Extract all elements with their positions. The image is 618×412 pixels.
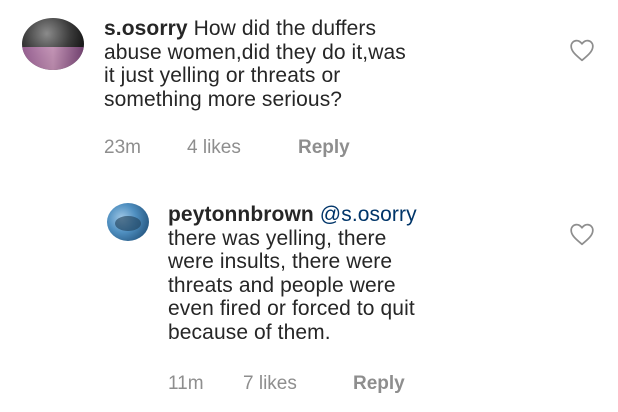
avatar[interactable] — [107, 203, 149, 241]
comment-text: s.osorry How did the duffers abuse women… — [104, 17, 544, 111]
comment-body-line: there was yelling, there — [168, 226, 387, 250]
comment-username[interactable]: peytonnbrown — [168, 203, 314, 226]
comment-body-line: it just yelling or threats or — [104, 64, 341, 87]
comment-body-line: something more serious? — [104, 87, 343, 111]
comment-likes[interactable]: 7 likes — [243, 373, 297, 395]
comment-likes[interactable]: 4 likes — [187, 137, 241, 159]
comment-body-line: threats and people were — [168, 273, 396, 297]
comment-time: 11m — [168, 373, 204, 394]
avatar[interactable] — [22, 18, 84, 70]
mention-link[interactable]: @s.osorry — [320, 203, 417, 226]
comment-body-line: even fired or forced to quit — [168, 297, 415, 320]
comment-text: peytonnbrown @s.osorry there was yelling… — [168, 203, 548, 344]
reply-button[interactable]: Reply — [353, 373, 405, 395]
comment-body-line: were insults, there were — [168, 250, 393, 273]
comment-body-line: because of them. — [168, 320, 331, 344]
heart-outline-icon[interactable] — [569, 222, 595, 246]
comment-body-line: How did the duffers — [193, 17, 377, 40]
reply-button[interactable]: Reply — [298, 137, 350, 159]
comment-time: 23m — [104, 137, 141, 158]
comment-username[interactable]: s.osorry — [104, 17, 188, 40]
heart-outline-icon[interactable] — [569, 38, 595, 62]
comment-body-line: abuse women,did they do it,was — [104, 40, 406, 64]
